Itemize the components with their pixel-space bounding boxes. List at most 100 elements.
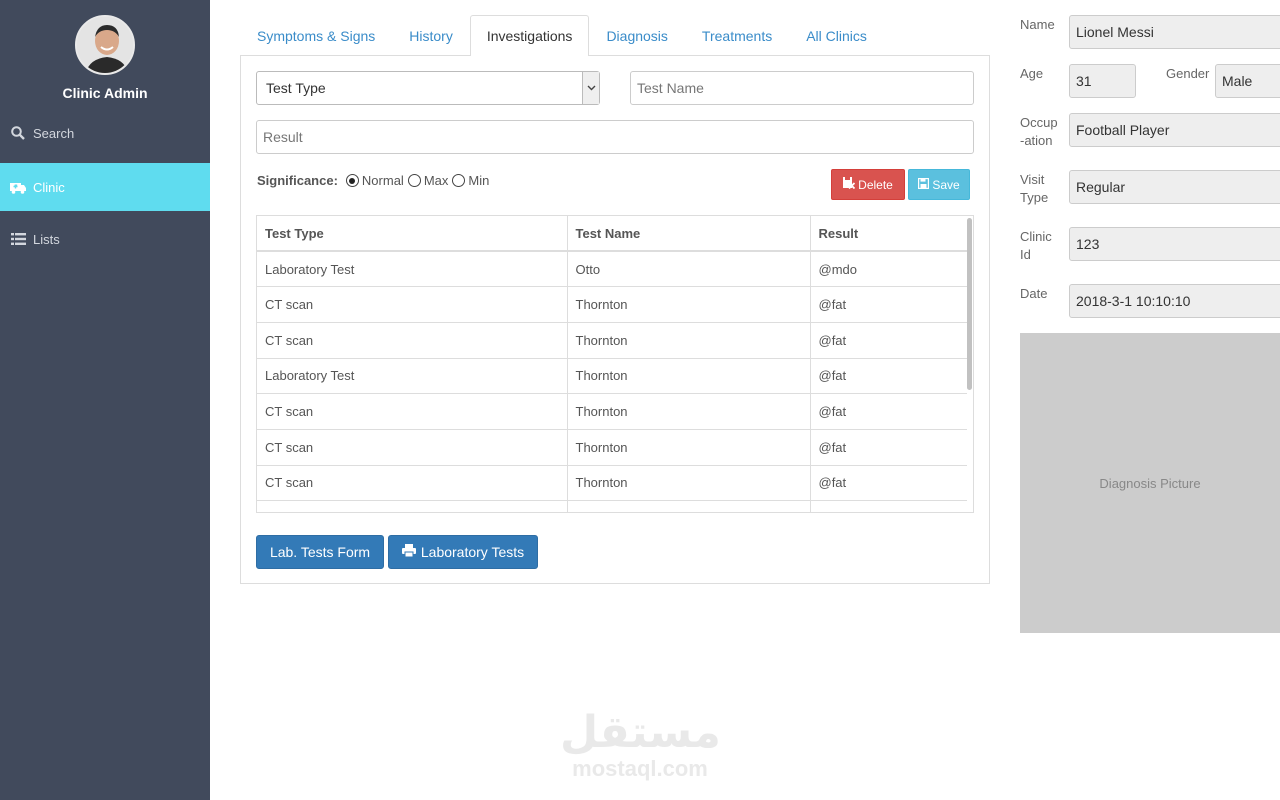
radio-min[interactable] — [452, 174, 466, 187]
radio-normal-label: Normal — [361, 173, 404, 188]
name-label: Name — [1020, 17, 1055, 32]
clinic-id-field[interactable]: 123 — [1069, 227, 1280, 261]
significance-group: Significance: Normal Max Min — [257, 173, 489, 188]
name-field[interactable]: Lionel Messi — [1069, 15, 1280, 49]
table-row[interactable]: Laboratory Test Thornton @fat — [257, 358, 967, 395]
delete-button-label: Delete — [858, 177, 893, 192]
date-field[interactable]: 2018-3-1 10:10:10 — [1069, 284, 1280, 318]
table-row[interactable]: CT scanThornton@fat — [257, 322, 967, 359]
sidebar-item-label: Clinic — [33, 179, 65, 195]
radio-normal[interactable] — [345, 174, 359, 187]
sidebar-item-label: Search — [33, 125, 75, 141]
floppy-disk-icon — [918, 177, 930, 192]
cell-test-type: Laboratory Test — [257, 251, 568, 288]
column-header-test-type[interactable]: Test Type — [257, 216, 568, 252]
cell-test-name: Thornton — [567, 465, 811, 502]
cell-test-type: CT scan — [257, 500, 568, 512]
lab-tests-form-button[interactable]: Lab. Tests Form — [256, 535, 384, 569]
tab-diagnosis[interactable]: Diagnosis — [589, 15, 684, 56]
cell-result: @fat — [810, 286, 967, 323]
investigations-panel: Test Type Significance: Normal Max Min D… — [240, 55, 990, 584]
cell-test-name: Thornton — [567, 358, 811, 395]
watermark-logo: مستقل mostaql.com — [560, 707, 721, 782]
save-button[interactable]: Save — [908, 169, 970, 200]
table-row[interactable]: CT scanThornton@fat — [257, 500, 967, 512]
sidebar-item-search[interactable]: Search — [0, 109, 210, 157]
occupation-label: Occup -ation — [1020, 114, 1058, 150]
cell-result: @fat — [810, 500, 967, 512]
save-button-label: Save — [932, 177, 960, 192]
gender-label: Gender — [1166, 66, 1210, 81]
investigations-table: Test Type Test Name Result Laboratory Te… — [256, 215, 974, 513]
cell-test-name: Thornton — [567, 286, 811, 323]
cell-test-type: CT scan — [257, 322, 568, 359]
ambulance-icon — [10, 179, 26, 195]
visit-type-field[interactable]: Regular — [1069, 170, 1280, 204]
sidebar: Clinic Admin Search Clinic Lists — [0, 0, 210, 800]
table-row[interactable]: CT scanThornton@fat — [257, 286, 967, 323]
delete-button[interactable]: Delete — [831, 169, 905, 200]
occupation-label-line-1: Occup — [1020, 115, 1058, 130]
tab-treatments[interactable]: Treatments — [685, 15, 789, 56]
cell-test-name: Thornton — [567, 429, 811, 466]
column-header-result[interactable]: Result — [810, 216, 967, 252]
cell-result: @fat — [810, 322, 967, 359]
laboratory-tests-button[interactable]: Laboratory Tests — [388, 535, 538, 569]
table-row[interactable]: CT scanThornton@fat — [257, 465, 967, 502]
tab-all-clinics[interactable]: All Clinics — [789, 15, 884, 56]
cell-result: @fat — [810, 465, 967, 502]
clinic-id-label: Clinic Id — [1020, 228, 1052, 264]
gender-field[interactable]: Male — [1215, 64, 1280, 98]
clinic-id-label-line-2: Id — [1020, 247, 1031, 262]
cell-test-type: CT scan — [257, 393, 568, 430]
cell-test-name: Otto — [567, 251, 811, 288]
admin-name: Clinic Admin — [62, 85, 148, 101]
search-icon — [10, 125, 26, 141]
sidebar-item-lists[interactable]: Lists — [0, 215, 210, 263]
list-icon — [10, 231, 26, 247]
result-input[interactable] — [256, 120, 974, 154]
date-label: Date — [1020, 286, 1048, 301]
sidebar-item-label: Lists — [33, 231, 60, 247]
watermark-arabic: مستقل — [560, 707, 721, 758]
radio-max-label: Max — [423, 173, 449, 188]
watermark-latin: mostaql.com — [572, 756, 708, 781]
age-field[interactable]: 31 — [1069, 64, 1136, 98]
visit-type-label-line-2: Type — [1020, 190, 1049, 205]
cell-test-type: CT scan — [257, 465, 568, 502]
test-name-input[interactable] — [630, 71, 974, 105]
radio-max[interactable] — [407, 174, 421, 187]
cell-result: @fat — [810, 358, 967, 395]
column-header-test-name[interactable]: Test Name — [567, 216, 811, 252]
significance-label: Significance: — [257, 173, 338, 188]
table-row[interactable]: Laboratory Test Otto @mdo — [257, 251, 967, 288]
diagnosis-picture-label: Diagnosis Picture — [1099, 475, 1201, 491]
table-scrollbar[interactable] — [967, 218, 972, 390]
laboratory-tests-button-label: Laboratory Tests — [420, 544, 525, 560]
avatar[interactable] — [75, 15, 135, 75]
table-row[interactable]: CT scanThornton@fat — [257, 393, 967, 430]
tab-history[interactable]: History — [392, 15, 470, 56]
sidebar-item-clinic[interactable]: Clinic — [0, 163, 210, 211]
table-row[interactable]: CT scanThornton@fat — [257, 429, 967, 466]
cell-test-type: CT scan — [257, 429, 568, 466]
tab-symptoms-signs[interactable]: Symptoms & Signs — [240, 15, 392, 56]
age-label: Age — [1020, 66, 1044, 81]
cell-result: @fat — [810, 429, 967, 466]
cell-test-name: Thornton — [567, 322, 811, 359]
visit-type-label: Visit Type — [1020, 171, 1048, 207]
tab-bar: Symptoms & Signs History Investigations … — [240, 15, 884, 56]
clinic-id-label-line-1: Clinic — [1020, 229, 1052, 244]
visit-type-label-line-1: Visit — [1020, 172, 1045, 187]
delete-icon — [843, 177, 856, 192]
test-type-select[interactable]: Test Type — [256, 71, 600, 105]
cell-test-type: CT scan — [257, 286, 568, 323]
cell-test-type: Laboratory Test — [257, 358, 568, 395]
diagnosis-picture[interactable]: Diagnosis Picture — [1020, 333, 1280, 633]
cell-result: @mdo — [810, 251, 967, 288]
occupation-field[interactable]: Football Player — [1069, 113, 1280, 147]
tab-investigations[interactable]: Investigations — [469, 15, 590, 56]
chevron-down-icon — [582, 72, 599, 104]
occupation-label-line-2: -ation — [1020, 133, 1053, 148]
cell-test-name: Thornton — [567, 393, 811, 430]
